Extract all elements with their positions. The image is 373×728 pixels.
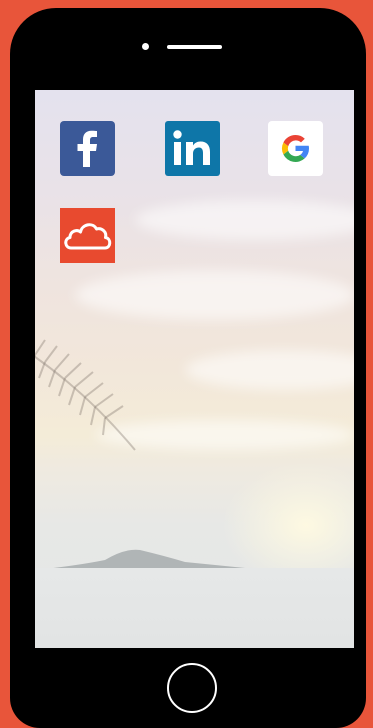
facebook-icon [60,121,115,176]
earpiece-speaker [167,45,222,49]
facebook-app-button[interactable]: f [60,121,115,176]
facebook-app-label: f [60,176,61,177]
cloud-app-button[interactable] [60,208,115,263]
linkedin-icon [165,121,220,176]
home-button[interactable] [167,663,217,713]
palm-leaves-decoration [35,339,136,451]
google-app-label: G [268,176,269,177]
linkedin-app-button[interactable]: in [165,121,220,176]
front-camera [142,43,149,50]
sea [35,568,354,648]
linkedin-app-label: in [165,176,166,177]
google-icon [268,121,323,176]
phone-frame: f in G [10,8,366,728]
home-screen: f in G [35,90,354,648]
google-app-button[interactable]: G [268,121,323,176]
cloud-icon [60,208,115,263]
